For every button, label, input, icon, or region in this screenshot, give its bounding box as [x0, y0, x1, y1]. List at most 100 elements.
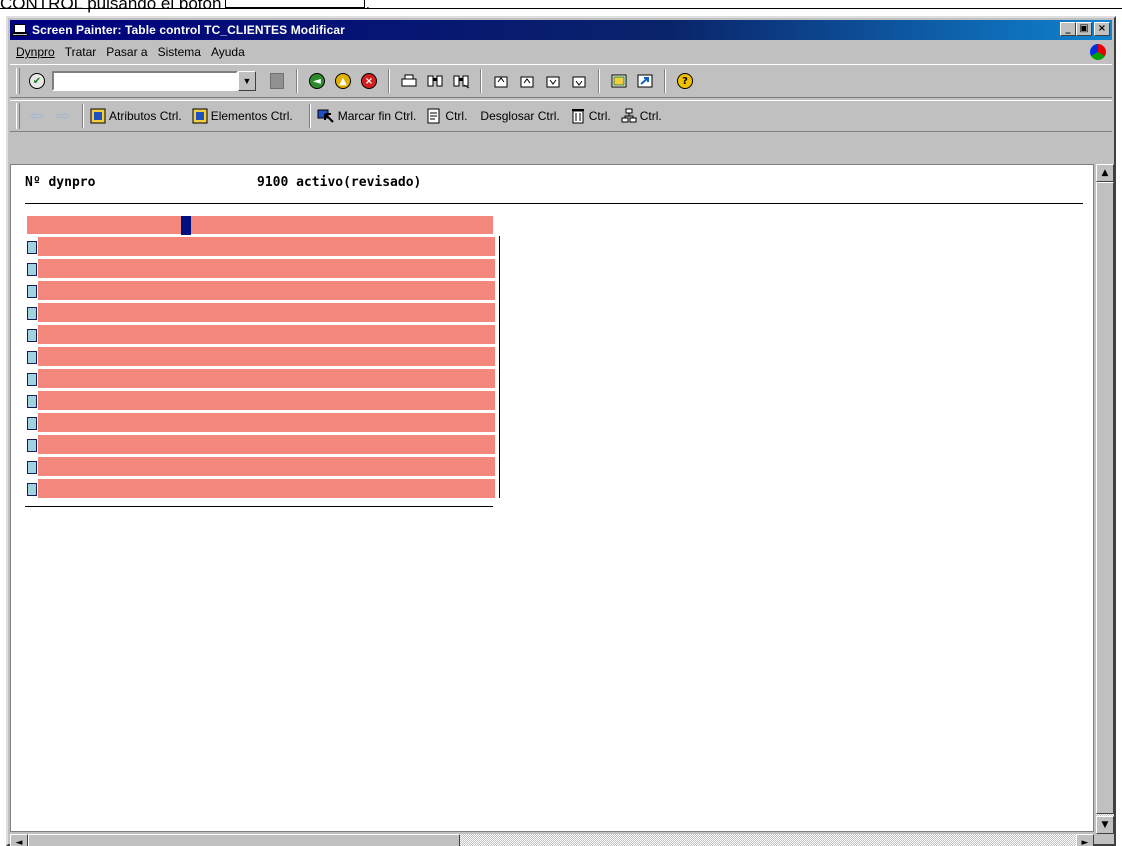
table-cell[interactable]	[38, 281, 495, 301]
expand-ctrl-label: Desglosar Ctrl.	[480, 109, 560, 123]
scroll-down-button[interactable]: ▼	[1096, 816, 1114, 834]
row-selector[interactable]	[27, 262, 37, 276]
row-selector[interactable]	[27, 284, 37, 298]
command-field: ▼	[52, 71, 256, 91]
exit-button[interactable]: ▲	[332, 70, 354, 92]
window-controls: _ ▣ ×	[1060, 22, 1110, 36]
help-icon: ?	[677, 73, 693, 89]
row-selector[interactable]	[27, 438, 37, 452]
command-input[interactable]	[52, 71, 238, 91]
table-row[interactable]	[27, 346, 495, 368]
elements-ctrl-label: Elementos Ctrl.	[210, 109, 293, 123]
table-cell[interactable]	[38, 413, 495, 433]
enter-button[interactable]: ✔	[26, 70, 48, 92]
sap-logo-icon	[1090, 44, 1106, 60]
menu-sistema[interactable]: Sistema	[158, 45, 201, 59]
create-session-button[interactable]	[608, 70, 630, 92]
table-cell[interactable]	[38, 369, 495, 389]
mark-end-ctrl-button[interactable]: Marcar fin Ctrl.	[317, 108, 416, 124]
table-cell[interactable]	[38, 391, 495, 411]
find-next-button[interactable]	[450, 70, 472, 92]
table-row[interactable]	[27, 456, 495, 478]
table-cell[interactable]	[38, 479, 495, 499]
menu-pasar-a[interactable]: Pasar a	[106, 45, 147, 59]
save-button[interactable]	[266, 70, 288, 92]
table-cell[interactable]	[38, 435, 495, 455]
expand-ctrl-button[interactable]: Desglosar Ctrl.	[477, 109, 559, 123]
menu-ayuda[interactable]: Ayuda	[211, 45, 245, 59]
elements-ctrl-button[interactable]: Elementos Ctrl.	[192, 108, 293, 124]
close-button[interactable]: ×	[1094, 22, 1110, 36]
mark-end-icon	[317, 109, 334, 123]
back-button[interactable]: ◄	[306, 70, 328, 92]
row-selector[interactable]	[27, 328, 37, 342]
table-row[interactable]	[27, 302, 495, 324]
maximize-button[interactable]: ▣	[1076, 22, 1092, 36]
table-row[interactable]	[27, 434, 495, 456]
row-selector[interactable]	[27, 350, 37, 364]
table-cell[interactable]	[38, 457, 495, 477]
document-button-outline	[225, 0, 366, 8]
row-selector[interactable]	[27, 482, 37, 496]
row-selector[interactable]	[27, 306, 37, 320]
toolbar-grip[interactable]	[16, 103, 20, 129]
command-dropdown-button[interactable]: ▼	[238, 71, 256, 91]
horizontal-scroll-thumb[interactable]	[28, 834, 460, 846]
table-row[interactable]	[27, 280, 495, 302]
scroll-left-button[interactable]: ◄	[10, 834, 28, 846]
delete-ctrl-button[interactable]: Ctrl.	[570, 108, 611, 124]
table-cell[interactable]	[38, 303, 495, 323]
table-cell[interactable]	[38, 347, 495, 367]
binoculars-next-icon	[453, 75, 470, 89]
table-cell[interactable]	[38, 325, 495, 345]
menu-dynpro[interactable]: Dynpro	[16, 45, 55, 59]
help-button[interactable]: ?	[674, 70, 696, 92]
cancel-button[interactable]: ×	[358, 70, 380, 92]
new-session-icon	[611, 74, 627, 88]
table-row[interactable]	[27, 478, 495, 500]
hierarchy-ctrl-button[interactable]: Ctrl.	[621, 108, 662, 124]
table-row[interactable]	[27, 412, 495, 434]
toolbar-separator	[598, 69, 600, 93]
menu-tratar-label: Tratar	[64, 45, 97, 59]
next-page-button[interactable]	[542, 70, 564, 92]
document-text: CONTROL pulsando el botón.	[0, 0, 370, 13]
last-page-button[interactable]	[568, 70, 590, 92]
table-cell[interactable]	[38, 259, 495, 279]
toolbar-grip[interactable]	[16, 68, 20, 94]
row-selector[interactable]	[27, 416, 37, 430]
table-row[interactable]	[27, 236, 495, 258]
row-selector[interactable]	[27, 460, 37, 474]
menu-tratar[interactable]: Tratar	[65, 45, 97, 59]
row-selector[interactable]	[27, 394, 37, 408]
hierarchy-icon	[621, 108, 637, 123]
row-selector[interactable]	[27, 240, 37, 254]
application-toolbar: ⇦ ⇨ Atributos Ctrl. Elementos Ctrl. Marc…	[10, 100, 1112, 132]
table-cell[interactable]	[38, 237, 495, 257]
shortcut-button[interactable]	[634, 70, 656, 92]
table-row[interactable]	[27, 258, 495, 280]
first-page-button[interactable]	[490, 70, 512, 92]
row-selector[interactable]	[27, 372, 37, 386]
screen-painter-canvas[interactable]: Nº dynpro 9100 activo(revisado)	[10, 164, 1094, 832]
print-button[interactable]	[398, 70, 420, 92]
next-button[interactable]: ⇨	[52, 105, 74, 127]
table-row[interactable]	[27, 368, 495, 390]
vertical-scrollbar[interactable]: ▲ ▼	[1096, 164, 1114, 834]
attributes-ctrl-button[interactable]: Atributos Ctrl.	[90, 108, 182, 124]
scroll-up-button[interactable]: ▲	[1096, 164, 1114, 182]
table-row[interactable]	[27, 390, 495, 412]
ctrl-button-1[interactable]: Ctrl.	[426, 108, 467, 124]
next-page-icon	[546, 76, 560, 88]
previous-page-button[interactable]	[516, 70, 538, 92]
previous-button[interactable]: ⇦	[26, 105, 48, 127]
scroll-right-button[interactable]: ►	[1076, 834, 1094, 846]
save-icon	[270, 73, 284, 89]
table-control-body[interactable]	[27, 236, 495, 500]
table-control-header[interactable]	[27, 216, 493, 234]
minimize-button[interactable]: _	[1060, 22, 1076, 36]
horizontal-scrollbar[interactable]: ◄ ►	[10, 834, 1094, 846]
vertical-scroll-thumb[interactable]	[1096, 182, 1114, 814]
table-row[interactable]	[27, 324, 495, 346]
find-button[interactable]	[424, 70, 446, 92]
